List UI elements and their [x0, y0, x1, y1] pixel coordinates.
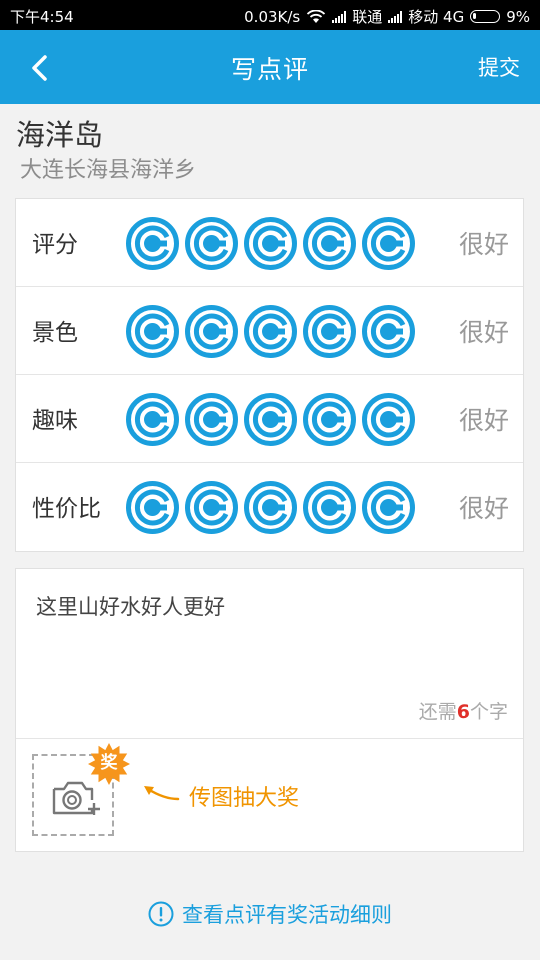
- rating-icon[interactable]: [362, 481, 415, 534]
- app-header: 写点评 提交: [0, 30, 540, 104]
- comment-input[interactable]: 这里山好水好人更好: [36, 591, 506, 621]
- rating-icons: [126, 393, 415, 446]
- status-bar: 下午4:54 0.03K/s 联通 移动 4G 9%: [0, 0, 540, 30]
- rating-value: 很好: [458, 318, 509, 347]
- rating-icons: [126, 481, 415, 534]
- prize-badge-label: 奖: [100, 753, 118, 773]
- rating-value: 很好: [458, 494, 509, 523]
- rating-icon[interactable]: [362, 305, 415, 358]
- rating-icon[interactable]: [244, 481, 297, 534]
- rating-icon[interactable]: [303, 305, 356, 358]
- wifi-icon: [307, 9, 326, 23]
- rating-icon[interactable]: [244, 393, 297, 446]
- rules-link-label: 查看点评有奖活动细则: [182, 903, 392, 927]
- arrow-left-icon: [144, 786, 180, 801]
- prize-badge: 奖: [88, 743, 130, 785]
- char-counter-suffix: 个字: [469, 701, 508, 723]
- rating-icon[interactable]: [362, 393, 415, 446]
- rating-row-scenery: 景色 很好: [16, 287, 523, 375]
- battery-level: 9%: [506, 7, 530, 26]
- rating-row-value: 性价比 很好: [16, 463, 523, 551]
- rating-label: 景色: [32, 320, 78, 346]
- rating-icon[interactable]: [185, 217, 238, 270]
- rating-icon[interactable]: [303, 393, 356, 446]
- rating-icon[interactable]: [303, 217, 356, 270]
- signal-icon: [388, 10, 403, 23]
- rating-value: 很好: [458, 406, 509, 435]
- rating-icon[interactable]: [126, 481, 179, 534]
- rating-icon[interactable]: [303, 481, 356, 534]
- battery-icon: [470, 10, 501, 23]
- rating-icon[interactable]: [362, 217, 415, 270]
- rating-icon[interactable]: [126, 217, 179, 270]
- char-counter-prefix: 还需: [418, 701, 457, 723]
- place-name: 海洋岛: [16, 118, 104, 152]
- rating-icon[interactable]: [185, 305, 238, 358]
- submit-button[interactable]: 提交: [478, 52, 520, 82]
- rating-icon[interactable]: [244, 305, 297, 358]
- signal-icon: [332, 10, 347, 23]
- page-title: 写点评: [230, 55, 309, 84]
- network-speed: 0.03K/s: [244, 7, 301, 26]
- carrier-mobile: 移动 4G: [408, 8, 465, 26]
- photo-prize-prompt[interactable]: 传图抽大奖: [189, 780, 299, 812]
- rating-value: 很好: [458, 230, 509, 259]
- status-time: 下午4:54: [10, 8, 74, 26]
- rating-icon[interactable]: [185, 481, 238, 534]
- rating-label: 评分: [32, 232, 78, 258]
- status-indicators: 0.03K/s 联通 移动 4G 9%: [244, 6, 530, 27]
- rating-label: 性价比: [32, 496, 101, 522]
- rating-row-overall: 评分 很好: [16, 199, 523, 287]
- rating-icon[interactable]: [244, 217, 297, 270]
- rules-link[interactable]: 查看点评有奖活动细则: [0, 899, 540, 929]
- rating-icon[interactable]: [185, 393, 238, 446]
- rating-icons: [126, 305, 415, 358]
- rating-icon[interactable]: [126, 305, 179, 358]
- rating-card: 评分 很好 景色 很好 趣味 很好 性价比 很好: [15, 198, 524, 552]
- place-location: 大连长海县海洋乡: [20, 158, 197, 183]
- rating-icon[interactable]: [126, 393, 179, 446]
- divider: [16, 738, 523, 739]
- rating-icons: [126, 217, 415, 270]
- char-counter-number: 6: [456, 701, 470, 723]
- comment-card: 这里山好水好人更好 还需6个字 奖 传图抽大奖: [15, 568, 524, 852]
- rating-label: 趣味: [32, 408, 78, 434]
- char-counter: 还需6个字: [419, 697, 508, 724]
- rating-row-fun: 趣味 很好: [16, 375, 523, 463]
- exclamation-circle-icon: [148, 901, 174, 927]
- carrier-unicom: 联通: [352, 8, 383, 26]
